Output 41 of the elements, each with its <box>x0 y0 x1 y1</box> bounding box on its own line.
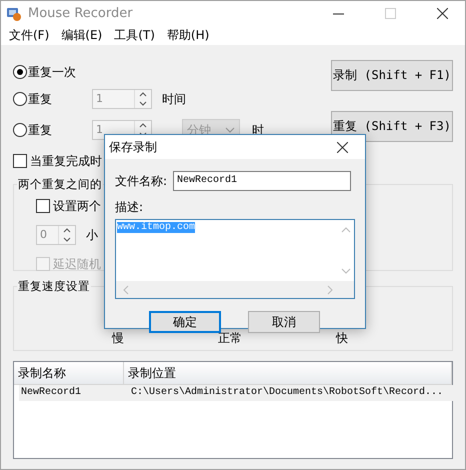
close-icon[interactable] <box>336 142 348 152</box>
menu-item[interactable]: 工具(T) <box>110 27 163 44</box>
radio-button[interactable] <box>13 123 27 137</box>
speed-label: 快 <box>336 330 349 347</box>
dialog-title: 保存录制 <box>109 138 157 156</box>
name-field[interactable]: NewRecord1 <box>173 171 352 191</box>
window-title: Mouse Recorder <box>28 6 134 21</box>
radio-label: 重复 <box>28 90 53 108</box>
unit-label: 时间 <box>162 90 186 108</box>
checkbox-label: 设置两个 <box>53 198 101 214</box>
shortcut-button[interactable]: 录制 (Shift + F1) <box>331 60 453 91</box>
shortcut-button[interactable]: 重复 (Shift + F3) <box>331 111 453 142</box>
dialog-button[interactable]: 确定 <box>149 311 221 333</box>
menu-item[interactable]: 编辑(E) <box>57 27 110 44</box>
minimize-icon[interactable] <box>332 12 344 14</box>
menu-item[interactable]: 文件(F) <box>5 27 58 44</box>
checkbox[interactable] <box>36 199 50 213</box>
radio-label: 重复一次 <box>28 64 77 80</box>
field-label: 文件名称: <box>115 172 168 190</box>
radio-label: 重复 <box>28 122 53 138</box>
field-label: 描述: <box>115 199 144 216</box>
unit-label: 小 <box>86 226 98 244</box>
speed-label: 慢 <box>112 330 125 347</box>
radio-button[interactable] <box>13 65 27 79</box>
group-title: 重复速度设置 <box>17 279 91 294</box>
table-cell-text: NewRecord1 <box>20 386 82 400</box>
checkbox-label: 当重复完成时 <box>30 152 102 170</box>
chevron-down-icon <box>225 127 235 133</box>
app-icon <box>6 6 22 22</box>
column-header[interactable]: 录制名称 <box>14 362 124 384</box>
menu-item[interactable]: 帮助(H) <box>162 27 218 44</box>
column-header[interactable]: 录制位置 <box>124 362 452 384</box>
close-icon[interactable] <box>436 8 448 19</box>
speed-label: 正常 <box>218 330 243 347</box>
dialog-button[interactable]: 取消 <box>248 311 320 333</box>
table-row[interactable]: NewRecord1 C:\Users\Administrator\Documents\RobotSoft\Record... <box>19 385 454 401</box>
checkbox[interactable] <box>13 154 27 168</box>
group-title: 两个重复之间的 <box>17 177 103 192</box>
checkbox-label: 延迟随机 <box>53 256 101 272</box>
radio-button[interactable] <box>13 92 27 106</box>
table-cell-text: C:\Users\Administrator\Documents\RobotSoft\Record... <box>130 386 444 400</box>
